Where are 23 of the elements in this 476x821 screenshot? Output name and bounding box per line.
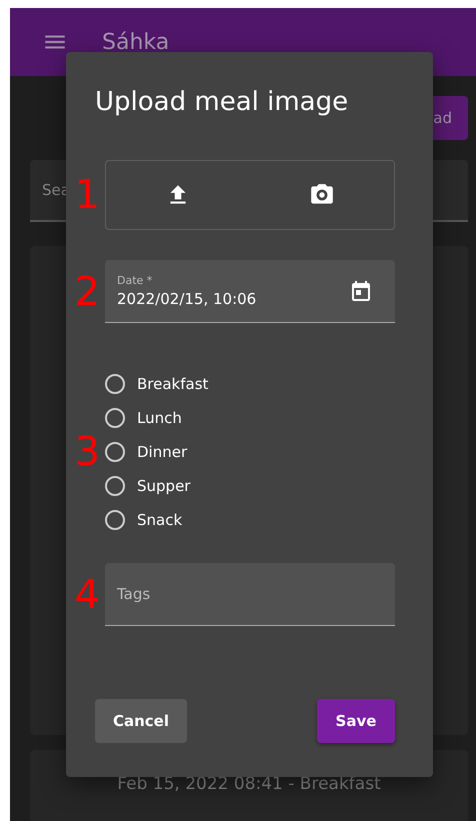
radio-option[interactable]: Dinner <box>105 435 208 469</box>
field-value: 2022/02/15, 10:06 <box>117 290 256 308</box>
radio-button[interactable] <box>105 442 125 462</box>
radio-option[interactable]: Supper <box>105 469 208 503</box>
date-field[interactable]: Date * 2022/02/15, 10:06 <box>105 260 395 323</box>
radio-option[interactable]: Breakfast <box>105 367 208 401</box>
annotation-number: 1 <box>74 173 101 217</box>
field-label: Date * <box>117 274 154 287</box>
radio-button[interactable] <box>105 510 125 530</box>
annotation-number: 3 <box>74 430 101 474</box>
radio-button[interactable] <box>105 476 125 496</box>
annotation-number: 4 <box>74 572 101 616</box>
annotation-number: 2 <box>74 270 101 314</box>
app-title: Sáhka <box>102 30 170 54</box>
radio-option[interactable]: Snack <box>105 503 208 537</box>
calendar-icon[interactable] <box>349 279 373 303</box>
save-button[interactable]: Save <box>317 699 395 743</box>
radio-button[interactable] <box>105 408 125 428</box>
dialog-title: Upload meal image <box>95 86 350 119</box>
cancel-button[interactable]: Cancel <box>95 699 187 743</box>
tags-field[interactable]: Tags <box>105 563 395 626</box>
radio-button[interactable] <box>105 374 125 394</box>
radio-option[interactable]: Lunch <box>105 401 208 435</box>
